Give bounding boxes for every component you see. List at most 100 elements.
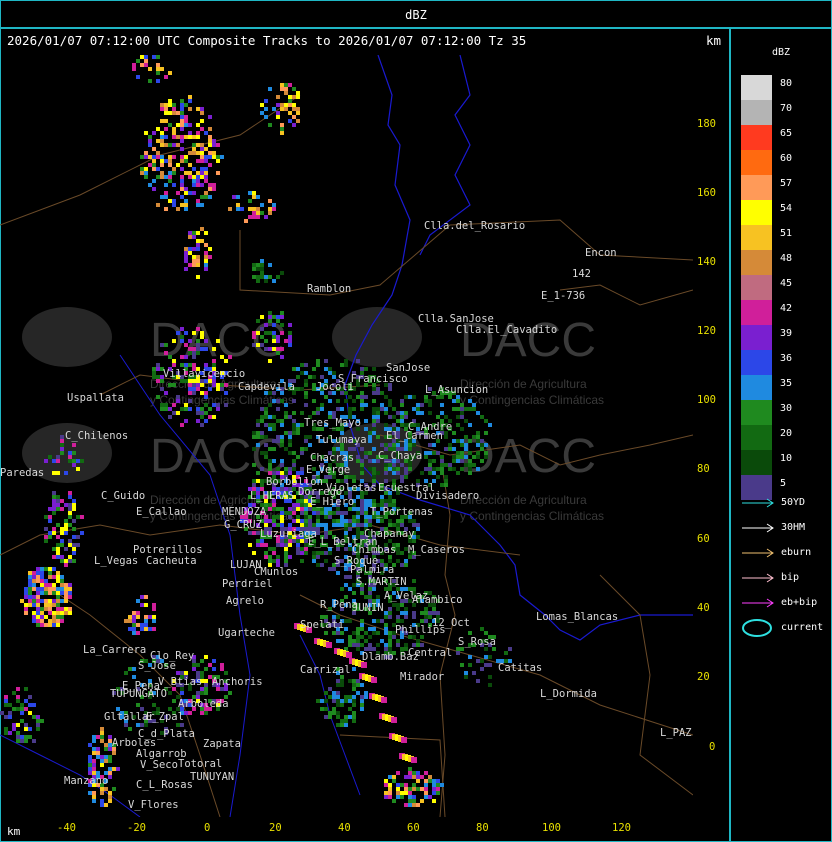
- legend-level-label: 42: [780, 303, 793, 314]
- place-label: Tres_Mayo: [304, 417, 361, 429]
- y-tick-label: 60: [697, 533, 710, 545]
- x-tick-label: 80: [476, 822, 489, 834]
- x-tick-label: 60: [407, 822, 420, 834]
- legend-swatch: [741, 225, 772, 250]
- x-tick-label: 120: [612, 822, 631, 834]
- track-arrow-icon: [742, 498, 774, 508]
- x-tick-label: 0: [204, 822, 211, 834]
- y-tick-label: 40: [697, 602, 710, 614]
- place-label: Catitas: [498, 662, 543, 674]
- place-label: Zapata: [203, 738, 241, 750]
- legend-swatch: [741, 100, 772, 125]
- legend-level-label: 10: [780, 453, 793, 464]
- place-label: T_Portenas: [370, 506, 434, 518]
- place-label: Paredas: [0, 467, 45, 479]
- track-arrow-icon: [742, 523, 774, 533]
- legend-swatch: [741, 350, 772, 375]
- place-label: L_Dormida: [540, 688, 597, 700]
- place-label: Arboleda: [178, 698, 229, 710]
- place-label: CMunlos: [254, 566, 299, 578]
- place-label: C_Chilenos: [65, 430, 129, 442]
- legend-swatch: [741, 75, 772, 100]
- legend-swatch: [741, 425, 772, 450]
- legend-swatch: [741, 275, 772, 300]
- legend-swatch: [741, 400, 772, 425]
- place-label: Perdriel: [222, 578, 273, 590]
- legend-swatch: [741, 175, 772, 200]
- place-label: Ugarteche: [218, 627, 275, 639]
- legend-swatch: [741, 300, 772, 325]
- place-label: JUNIN: [352, 602, 384, 614]
- track-label: 30HM: [781, 522, 806, 533]
- place-label: Encon: [585, 247, 617, 259]
- x-tick-label: 20: [269, 822, 282, 834]
- legend-swatch: [741, 450, 772, 475]
- track-label: eburn: [781, 547, 812, 558]
- y-tick-label: 180: [697, 118, 716, 130]
- y-tick-label: 100: [697, 394, 716, 406]
- place-label: S_Jose: [138, 660, 176, 672]
- legend-level-label: 20: [780, 428, 793, 439]
- legend-level-label: 54: [780, 203, 793, 214]
- place-label: V_Flores: [128, 799, 179, 811]
- place-label: TUPUNGATO: [110, 688, 167, 700]
- x-tick-label: -20: [127, 822, 146, 834]
- legend-level-label: 70: [780, 103, 793, 114]
- legend-swatch: [741, 475, 772, 500]
- place-label: Villavicencio: [163, 368, 246, 380]
- legend-level-label: 60: [780, 153, 793, 164]
- place-label: V_Btias: [158, 676, 203, 688]
- y-tick-label: 20: [697, 671, 710, 683]
- place-label: Totoral: [178, 758, 223, 770]
- legend-level-label: 39: [780, 328, 793, 339]
- place-label: Divisadero: [416, 490, 480, 502]
- place-label: E_Verge: [306, 464, 351, 476]
- place-label: Carrizal: [300, 664, 351, 676]
- place-label: Capdevila: [238, 381, 295, 393]
- legend-swatch: [741, 150, 772, 175]
- legend-swatch: [741, 375, 772, 400]
- track-label: 50YD: [781, 497, 806, 508]
- current-label: current: [781, 622, 824, 633]
- legend-swatch: [741, 325, 772, 350]
- place-label: MENDOZA: [222, 506, 267, 518]
- place-label: 142: [572, 268, 591, 280]
- y-tick-label: 120: [697, 325, 716, 337]
- place-label: Manzano: [64, 775, 109, 787]
- track-arrow-icon: [742, 573, 774, 583]
- legend-level-label: 36: [780, 353, 793, 364]
- place-label: G_CRUZ: [224, 519, 262, 531]
- place-label: E_Callao: [136, 506, 187, 518]
- place-label: C_L_Rosas: [136, 779, 193, 791]
- place-label: Anchoris: [212, 676, 263, 688]
- track-label: eb+bip: [781, 597, 818, 608]
- place-label: M_Caseros: [408, 544, 465, 556]
- title-bar: dBZ: [0, 0, 832, 28]
- legend-swatch: [741, 250, 772, 275]
- place-label: Jocoli: [316, 381, 354, 393]
- track-arrow-icon: [742, 548, 774, 558]
- place-label: Clla.El_Cavadito: [456, 324, 558, 336]
- x-tick-label: 40: [338, 822, 351, 834]
- place-label: Ramblon: [307, 283, 352, 295]
- composite-caption: 2026/01/07 07:12:00 UTC Composite Tracks…: [7, 33, 527, 48]
- road-line: [599, 574, 693, 796]
- place-label: Chacras: [310, 452, 355, 464]
- place-label: L_Asuncion: [425, 384, 489, 396]
- place-label: E_Zpal: [146, 711, 184, 723]
- radar-map[interactable]: DACC Dirección de Agricultura y Continge…: [0, 55, 693, 817]
- place-label: Palmira: [350, 564, 395, 576]
- place-label: SanJose: [386, 362, 431, 374]
- legend-level-label: 57: [780, 178, 793, 189]
- legend-title: dBZ: [772, 47, 791, 58]
- place-label: V_Seco: [140, 759, 178, 771]
- unit-label-top: km: [706, 33, 722, 48]
- place-label: Lomas_Blancas: [536, 611, 619, 623]
- y-tick-label: 0: [709, 741, 716, 753]
- place-label: El_Carmen: [386, 430, 443, 442]
- place-label: Phillips: [395, 624, 446, 636]
- place-label: Cacheuta: [146, 555, 197, 567]
- legend-swatch: [741, 200, 772, 225]
- y-tick-label: 140: [697, 256, 716, 268]
- legend-level-label: 30: [780, 403, 793, 414]
